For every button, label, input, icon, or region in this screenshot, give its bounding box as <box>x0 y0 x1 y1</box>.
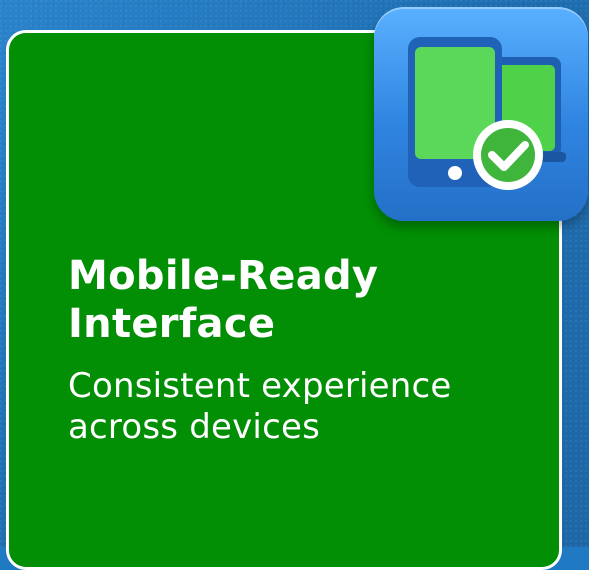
feature-title: Mobile-Ready Interface <box>68 252 548 348</box>
feature-subtitle-line-1: Consistent experience <box>68 366 452 406</box>
feature-title-line-1: Mobile-Ready <box>68 253 379 299</box>
device-responsive-check-icon <box>374 7 588 221</box>
feature-title-line-2: Interface <box>68 301 276 347</box>
feature-subtitle: Consistent experience across devices <box>68 366 548 448</box>
feature-subtitle-line-2: across devices <box>68 407 320 447</box>
